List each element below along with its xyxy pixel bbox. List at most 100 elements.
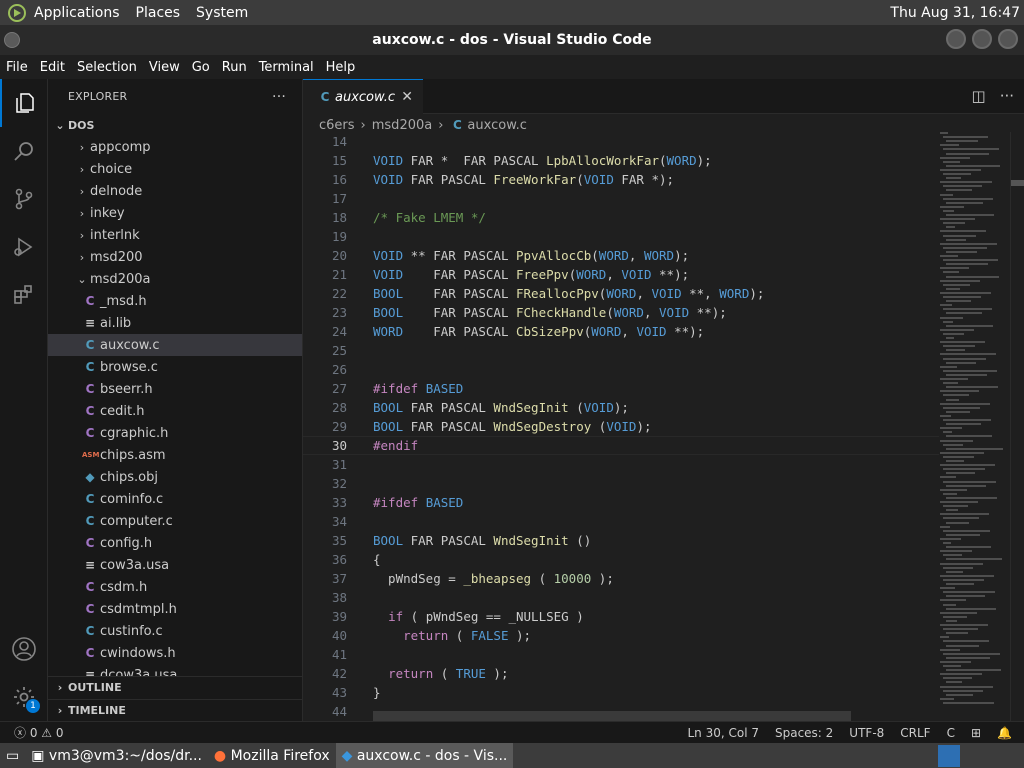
tree-folder[interactable]: › interlnk — [48, 224, 302, 246]
workspace-switcher-icon[interactable] — [938, 744, 960, 767]
accounts-icon[interactable] — [0, 625, 48, 673]
menu-go[interactable]: Go — [186, 60, 216, 75]
code-line[interactable]: 39 if ( pWndSeg == _NULLSEG ) — [303, 607, 939, 626]
run-debug-icon[interactable] — [0, 223, 48, 271]
tree-file[interactable]: Cbrowse.c — [48, 356, 302, 378]
menu-places[interactable]: Places — [136, 5, 181, 21]
code-line[interactable]: 43} — [303, 683, 939, 702]
scrollbar-thumb[interactable] — [1011, 180, 1024, 186]
outline-section[interactable]: › OUTLINE — [48, 676, 302, 698]
menu-edit[interactable]: Edit — [34, 60, 71, 75]
code-line[interactable]: 34 — [303, 512, 939, 531]
timeline-section[interactable]: › TIMELINE — [48, 699, 302, 721]
code-line[interactable]: 42 return ( TRUE ); — [303, 664, 939, 683]
settings-gear-icon[interactable]: 1 — [0, 673, 48, 721]
code-line[interactable]: 41 — [303, 645, 939, 664]
code-line[interactable]: 36 { — [303, 550, 939, 569]
tree-file[interactable]: ≡ cow3a.usa — [48, 554, 302, 576]
tree-file[interactable]: Cconfig.h — [48, 532, 302, 554]
tab-auxcow[interactable]: C auxcow.c ✕ — [303, 79, 423, 114]
code-line[interactable]: 16 VOID FAR PASCAL FreeWorkFar(VOID FAR *… — [303, 170, 939, 189]
cursor-position[interactable]: Ln 30, Col 7 — [687, 726, 759, 740]
tree-file[interactable]: ASM chips.asm — [48, 444, 302, 466]
code-line[interactable]: 24 WORD FAR PASCAL CbSizePpv(WORD, VOID *… — [303, 322, 939, 341]
tree-file[interactable]: Ccustinfo.c — [48, 620, 302, 642]
tree-file[interactable]: Cbseerr.h — [48, 378, 302, 400]
code-line[interactable]: 21 VOID FAR PASCAL FreePpv(WORD, VOID **)… — [303, 265, 939, 284]
taskbar-item-firefox[interactable]: ● Mozilla Firefox — [208, 743, 336, 768]
tree-file[interactable]: Ccominfo.c — [48, 488, 302, 510]
code-line[interactable]: 33 #ifdef BASED — [303, 493, 939, 512]
indentation[interactable]: Spaces: 2 — [775, 726, 833, 740]
layout-icon[interactable]: ⊞ — [971, 726, 981, 740]
clock[interactable]: Thu Aug 31, 16:47 — [890, 5, 1020, 21]
menu-terminal[interactable]: Terminal — [253, 60, 320, 75]
menu-file[interactable]: File — [0, 60, 34, 75]
split-editor-icon[interactable]: ◫ — [972, 87, 986, 105]
taskbar-item-terminal[interactable]: ▣ vm3@vm3:~/dos/dr... — [25, 743, 208, 768]
maximize-button[interactable] — [972, 29, 992, 49]
code-line[interactable]: 25 — [303, 341, 939, 360]
tree-folder[interactable]: › delnode — [48, 180, 302, 202]
menu-applications[interactable]: Applications — [34, 5, 120, 21]
code-line[interactable]: 37 pWndSeg = _bheapseg ( 10000 ); — [303, 569, 939, 588]
tree-file[interactable]: ≡ dcow3a.usa — [48, 664, 302, 677]
breadcrumb-item[interactable]: auxcow.c — [467, 118, 527, 133]
taskbar-item-vscode[interactable]: ◆ auxcow.c - dos - Vis... — [335, 743, 514, 768]
code-line[interactable]: 26 — [303, 360, 939, 379]
tree-root[interactable]: ⌄ DOS — [48, 114, 302, 136]
gnome-foot-icon[interactable] — [6, 3, 28, 22]
tree-folder[interactable]: › inkey — [48, 202, 302, 224]
tree-folder[interactable]: › appcomp — [48, 136, 302, 158]
tree-file[interactable]: Ccgraphic.h — [48, 422, 302, 444]
problems-indicator[interactable]: ⓧ 0 ⚠ 0 — [0, 724, 64, 741]
menu-system[interactable]: System — [196, 5, 248, 21]
tree-file[interactable]: Ccomputer.c — [48, 510, 302, 532]
extensions-icon[interactable] — [0, 271, 48, 319]
line-ending[interactable]: CRLF — [900, 726, 930, 740]
search-icon[interactable] — [0, 127, 48, 175]
tree-file[interactable]: Ccsdmtmpl.h — [48, 598, 302, 620]
code-line[interactable]: 18 /* Fake LMEM */ — [303, 208, 939, 227]
tree-file[interactable]: Ccsdm.h — [48, 576, 302, 598]
tree-folder[interactable]: › msd200 — [48, 246, 302, 268]
code-line[interactable]: 40 return ( FALSE ); — [303, 626, 939, 645]
source-control-icon[interactable] — [0, 175, 48, 223]
window-titlebar[interactable]: auxcow.c - dos - Visual Studio Code — [0, 25, 1024, 55]
code-line[interactable]: 23 BOOL FAR PASCAL FCheckHandle(WORD, VOI… — [303, 303, 939, 322]
code-line[interactable]: 14 — [303, 132, 939, 151]
menu-selection[interactable]: Selection — [71, 60, 143, 75]
horizontal-scrollbar[interactable] — [373, 711, 851, 721]
language-mode[interactable]: C — [947, 726, 955, 740]
breadcrumb-item[interactable]: c6ers — [319, 118, 355, 133]
menu-view[interactable]: View — [143, 60, 186, 75]
tree-file[interactable]: ≡ ai.lib — [48, 312, 302, 334]
menu-run[interactable]: Run — [216, 60, 253, 75]
minimap[interactable] — [938, 132, 1010, 721]
editor-more-icon[interactable]: ··· — [1000, 87, 1014, 105]
code-line[interactable]: 15 VOID FAR * FAR PASCAL LpbAllocWorkFar(… — [303, 151, 939, 170]
code-line[interactable]: 38 — [303, 588, 939, 607]
tree-file[interactable]: Ccwindows.h — [48, 642, 302, 664]
code-line[interactable]: 29 BOOL FAR PASCAL WndSegDestroy (VOID); — [303, 417, 939, 436]
tree-file[interactable]: Ccedit.h — [48, 400, 302, 422]
close-window-button[interactable] — [998, 29, 1018, 49]
vertical-scrollbar[interactable] — [1010, 132, 1024, 721]
notifications-bell-icon[interactable]: 🔔 — [997, 726, 1012, 740]
window-menu-icon[interactable] — [4, 32, 20, 48]
minimize-button[interactable] — [946, 29, 966, 49]
code-line[interactable]: 27 #ifdef BASED — [303, 379, 939, 398]
show-desktop-icon[interactable]: ▭ — [0, 743, 25, 768]
menu-help[interactable]: Help — [320, 60, 362, 75]
tree-file[interactable]: ◆ chips.obj — [48, 466, 302, 488]
breadcrumb-item[interactable]: msd200a — [372, 118, 432, 133]
tree-file[interactable]: C _msd.h — [48, 290, 302, 312]
code-view[interactable]: 14 15 VOID FAR * FAR PASCAL LpbAllocWorkFa… — [303, 132, 939, 721]
code-line[interactable]: 20 VOID ** FAR PASCAL PpvAllocCb(WORD, WO… — [303, 246, 939, 265]
tree-folder[interactable]: › choice — [48, 158, 302, 180]
explorer-more-icon[interactable]: ··· — [272, 89, 286, 105]
tree-file[interactable]: Cauxcow.c — [48, 334, 302, 356]
code-line[interactable]: 31 — [303, 455, 939, 474]
explorer-icon[interactable] — [0, 79, 48, 127]
encoding[interactable]: UTF-8 — [849, 726, 884, 740]
